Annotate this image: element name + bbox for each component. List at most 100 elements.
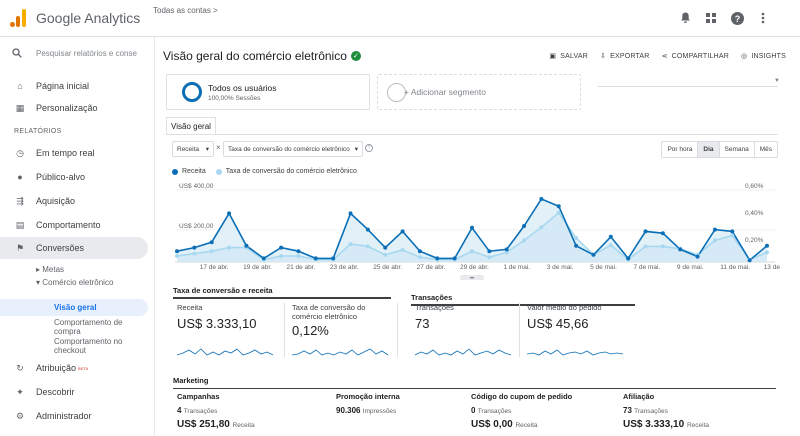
point-revenue [643, 229, 648, 234]
metric-label: Taxa de conversão do comércio eletrônico [292, 303, 366, 321]
notifications-icon[interactable] [678, 11, 692, 25]
marketing-internal-promotion[interactable]: Promoção interna 90.306 Impressões [336, 392, 476, 415]
top-bar: Google Analytics Todas as contas > ? [0, 0, 800, 37]
sidebar-item-ecommerce[interactable]: ▾ Comércio eletrônico [36, 278, 116, 287]
granularity-hour[interactable]: Por hora [662, 142, 699, 157]
metric2-value: Taxa de conversão do comércio eletrônico [228, 145, 350, 153]
x-tick-label: 25 de abr. [373, 264, 403, 271]
marketing-coupon-code[interactable]: Código do cupom de pedido 0 Transações U… [471, 392, 611, 430]
sidebar-item-admin[interactable]: ⚙ Administrador [0, 405, 148, 427]
point-conversion [522, 238, 527, 243]
marketing-money: US$ 3.333,10 [623, 419, 685, 430]
point-revenue [504, 247, 509, 252]
point-conversion [556, 210, 561, 215]
sidebar-item-shopping-behavior[interactable]: Comportamento de compra [54, 318, 134, 336]
sidebar-item-realtime[interactable]: ◷ Em tempo real [0, 142, 148, 164]
breadcrumb-label: Todas as contas [153, 6, 211, 15]
x-tick-label: 9 de mai. [676, 264, 704, 271]
point-revenue [348, 211, 353, 216]
marketing-affiliation[interactable]: Afiliação 73 Transações US$ 3.333,10 Rec… [623, 392, 763, 430]
x-tick-label: 3 de mai. [546, 264, 574, 271]
point-revenue [574, 243, 579, 248]
date-range-underline[interactable] [598, 86, 778, 87]
help-icon[interactable]: ? [730, 11, 744, 25]
sparkline [177, 348, 274, 356]
add-segment-button[interactable]: + Adicionar segmento [377, 74, 581, 110]
marketing-count: 90.306 [336, 406, 361, 415]
x-tick-label: 21 de abr. [286, 264, 316, 271]
help-icon[interactable]: ? [365, 144, 373, 152]
metric-box-conversion-rate[interactable]: Taxa de conversão do comércio eletrônico… [292, 303, 398, 357]
segment-all-users[interactable]: Todos os usuários 100,00% Sessões [166, 74, 370, 110]
legend-item-conversion[interactable]: Taxa de conversão do comércio eletrônico [215, 168, 357, 175]
search-icon [12, 48, 22, 58]
marketing-count-unit: Transações [477, 408, 512, 415]
sidebar-item-overview[interactable]: Visão geral [54, 303, 97, 312]
export-label: EXPORTAR [610, 52, 650, 60]
sidebar-item-discover[interactable]: ✦ Descobrir [0, 381, 148, 403]
point-revenue [279, 245, 284, 250]
marketing-count: 0 [471, 406, 476, 415]
granularity-month[interactable]: Mês [755, 142, 777, 157]
point-revenue [765, 243, 769, 248]
tab-divider [166, 134, 778, 135]
revenue-conversion-chart[interactable] [175, 177, 775, 277]
metric-box-transactions[interactable]: Transações 73 [415, 303, 520, 357]
insights-button[interactable]: ◎ INSIGHTS [741, 52, 786, 61]
search-input[interactable]: Pesquisar relatórios e conse [36, 49, 137, 58]
sidebar-item-customization[interactable]: ▦ Personalização [0, 97, 148, 119]
sidebar-item-behavior[interactable]: ▤ Comportamento [0, 214, 148, 236]
marketing-campaigns[interactable]: Campanhas 4 Transações US$ 251,80 Receit… [177, 392, 317, 430]
analytics-logo[interactable] [10, 9, 26, 27]
share-button[interactable]: ⋖ COMPARTILHAR [662, 52, 729, 61]
segment-color-icon [182, 82, 202, 102]
chart-collapse-handle[interactable]: ▾▾ [460, 275, 484, 280]
point-revenue [626, 256, 631, 261]
export-icon: ⇩ [600, 53, 607, 60]
app-title[interactable]: Google Analytics [36, 10, 140, 26]
sidebar-item-acquisition[interactable]: ⇶ Aquisição [0, 190, 148, 212]
sidebar-item-home[interactable]: ⌂ Página inicial [0, 75, 148, 97]
marketing-count-unit: Transações [183, 408, 218, 415]
x-tick-label: 1 de mai. [503, 264, 531, 271]
report-search[interactable]: Pesquisar relatórios e conse [12, 48, 137, 58]
point-revenue [365, 227, 370, 232]
sidebar-item-conversions[interactable]: ⚑ Conversões [0, 237, 148, 259]
point-revenue [435, 256, 440, 261]
metric-box-avg-order-value[interactable]: Valor médio do pedido US$ 45,66 [527, 303, 637, 357]
metric2-select[interactable]: Taxa de conversão do comércio eletrônico… [223, 141, 363, 157]
lightbulb-icon: ✦ [16, 386, 24, 397]
date-range-dropdown-icon[interactable]: ▼ [774, 78, 780, 84]
account-breadcrumb[interactable]: Todas as contas > [153, 6, 218, 15]
metric1-value: Receita [177, 145, 200, 153]
export-button[interactable]: ⇩ EXPORTAR [600, 52, 650, 61]
apps-grid-icon[interactable] [704, 11, 718, 25]
chart-legend: Receita Taxa de conversão do comércio el… [172, 168, 357, 175]
sidebar-item-checkout-behavior[interactable]: Comportamento no checkout [54, 337, 134, 355]
sidebar-item-goals[interactable]: ▸ Metas [36, 265, 64, 274]
save-button[interactable]: ▣ SALVAR [549, 52, 588, 61]
tab-overview[interactable]: Visão geral [166, 117, 216, 135]
point-revenue [296, 249, 301, 254]
point-revenue [244, 243, 249, 248]
more-vert-icon[interactable] [756, 11, 770, 25]
point-conversion [539, 225, 544, 230]
metric-label: Valor médio do pedido [527, 303, 602, 312]
point-revenue [747, 258, 752, 263]
granularity-day[interactable]: Dia [698, 142, 720, 157]
acquisition-icon: ⇶ [16, 195, 24, 206]
point-conversion [192, 251, 197, 256]
metric-box-revenue[interactable]: Receita US$ 3.333,10 [177, 303, 285, 357]
legend-item-revenue[interactable]: Receita [172, 168, 206, 175]
sidebar-item-audience[interactable]: ● Público-alvo [0, 166, 148, 188]
granularity-week[interactable]: Semana [720, 142, 755, 157]
person-icon: ● [17, 172, 23, 182]
x-tick-label: 11 de mai. [720, 264, 751, 271]
point-revenue [712, 227, 717, 232]
insights-icon: ◎ [741, 53, 748, 60]
metric1-select[interactable]: Receita ▾ [172, 141, 214, 157]
main-content: Visão geral do comércio eletrônico ✓ ▣ SA… [155, 37, 800, 436]
point-revenue [660, 231, 665, 236]
gear-icon: ⚙ [15, 410, 25, 421]
sidebar-item-attribution[interactable]: ↻ Atribuição BETA [0, 357, 148, 379]
